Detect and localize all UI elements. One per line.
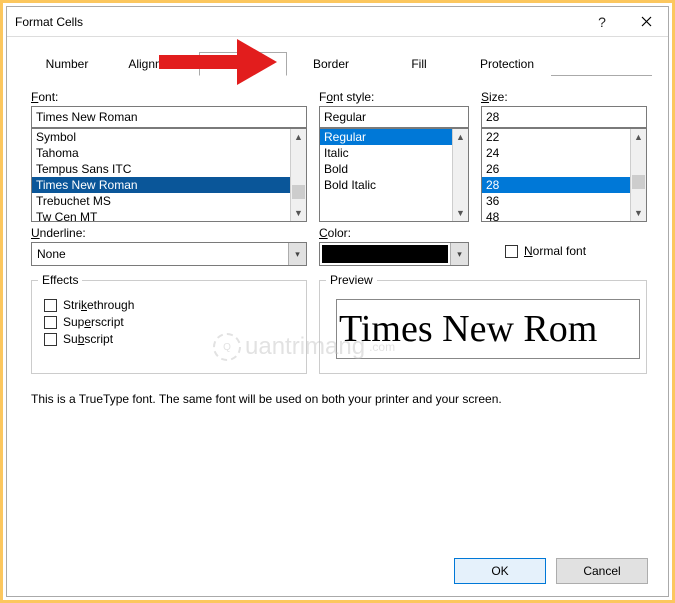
font-option[interactable]: Symbol bbox=[32, 129, 306, 145]
effects-label: Effects bbox=[38, 273, 82, 287]
underline-label: Underline: bbox=[31, 226, 307, 240]
tab-fill[interactable]: Fill bbox=[375, 52, 463, 76]
normal-font-checkbox[interactable]: Normal font bbox=[505, 244, 586, 258]
fontstyle-listbox[interactable]: Regular Italic Bold Bold Italic ▲ ▼ bbox=[319, 128, 469, 222]
checkbox-icon bbox=[44, 316, 57, 329]
scroll-down-icon[interactable]: ▼ bbox=[631, 205, 646, 221]
scroll-up-icon[interactable]: ▲ bbox=[453, 129, 468, 145]
effects-groupbox: Effects Strikethrough Superscript Subscr… bbox=[31, 280, 307, 374]
font-option[interactable]: Tw Cen MT bbox=[32, 209, 306, 222]
font-scrollbar[interactable]: ▲ ▼ bbox=[290, 129, 306, 221]
font-column: Font: Symbol Tahoma Tempus Sans ITC Time… bbox=[31, 90, 307, 222]
font-listbox[interactable]: Symbol Tahoma Tempus Sans ITC Times New … bbox=[31, 128, 307, 222]
checkbox-icon bbox=[505, 245, 518, 258]
subscript-checkbox[interactable]: Subscript bbox=[44, 332, 294, 346]
superscript-checkbox[interactable]: Superscript bbox=[44, 315, 294, 329]
ok-button[interactable]: OK bbox=[454, 558, 546, 584]
tab-border[interactable]: Border bbox=[287, 52, 375, 76]
size-option[interactable]: 26 bbox=[482, 161, 646, 177]
cancel-button[interactable]: Cancel bbox=[556, 558, 648, 584]
underline-value: None bbox=[32, 243, 288, 265]
format-cells-dialog: Format Cells ? Number Alignment Font Bor… bbox=[6, 6, 669, 597]
font-option[interactable]: Tempus Sans ITC bbox=[32, 161, 306, 177]
tab-content: Font: Symbol Tahoma Tempus Sans ITC Time… bbox=[7, 76, 668, 546]
titlebar: Format Cells ? bbox=[7, 7, 668, 37]
font-option[interactable]: Trebuchet MS bbox=[32, 193, 306, 209]
font-label: Font: bbox=[31, 90, 307, 104]
preview-sample: Times New Rom bbox=[336, 299, 640, 359]
fontstyle-option-selected[interactable]: Regular bbox=[320, 129, 468, 145]
checkbox-icon bbox=[44, 299, 57, 312]
font-option-selected[interactable]: Times New Roman bbox=[32, 177, 306, 193]
close-button[interactable] bbox=[624, 7, 668, 37]
normal-font-label: Normal font bbox=[524, 244, 586, 258]
font-input[interactable] bbox=[31, 106, 307, 128]
size-option[interactable]: 22 bbox=[482, 129, 646, 145]
strikethrough-checkbox[interactable]: Strikethrough bbox=[44, 298, 294, 312]
size-column: Size: 22 24 26 28 36 48 ▲ ▼ bbox=[481, 90, 647, 222]
tab-font[interactable]: Font bbox=[199, 52, 287, 76]
fontstyle-column: Font style: Regular Italic Bold Bold Ita… bbox=[319, 90, 469, 222]
scroll-down-icon[interactable]: ▼ bbox=[291, 205, 306, 221]
fontstyle-option[interactable]: Bold bbox=[320, 161, 468, 177]
chevron-down-icon[interactable]: ▾ bbox=[288, 243, 306, 265]
size-option-selected[interactable]: 28 bbox=[482, 177, 646, 193]
tab-protection[interactable]: Protection bbox=[463, 52, 551, 76]
superscript-label: Superscript bbox=[63, 315, 124, 329]
fontstyle-option[interactable]: Bold Italic bbox=[320, 177, 468, 193]
subscript-label: Subscript bbox=[63, 332, 113, 346]
size-option[interactable]: 48 bbox=[482, 209, 646, 222]
fontstyle-input[interactable] bbox=[319, 106, 469, 128]
fontstyle-label: Font style: bbox=[319, 90, 469, 104]
tab-number[interactable]: Number bbox=[23, 52, 111, 76]
fontstyle-option[interactable]: Italic bbox=[320, 145, 468, 161]
scroll-up-icon[interactable]: ▲ bbox=[291, 129, 306, 145]
chevron-down-icon[interactable]: ▾ bbox=[450, 243, 468, 265]
strikethrough-label: Strikethrough bbox=[63, 298, 134, 312]
checkbox-icon bbox=[44, 333, 57, 346]
scroll-down-icon[interactable]: ▼ bbox=[453, 205, 468, 221]
font-option[interactable]: Tahoma bbox=[32, 145, 306, 161]
preview-label: Preview bbox=[326, 273, 377, 287]
size-option[interactable]: 36 bbox=[482, 193, 646, 209]
underline-dropdown[interactable]: None ▾ bbox=[31, 242, 307, 266]
size-listbox[interactable]: 22 24 26 28 36 48 ▲ ▼ bbox=[481, 128, 647, 222]
scroll-thumb[interactable] bbox=[632, 175, 645, 189]
help-button[interactable]: ? bbox=[580, 7, 624, 37]
color-swatch bbox=[320, 243, 450, 265]
color-group: Color: ▾ bbox=[319, 226, 469, 266]
tab-strip: Number Alignment Font Border Fill Protec… bbox=[7, 37, 668, 75]
fontstyle-scrollbar[interactable]: ▲ ▼ bbox=[452, 129, 468, 221]
dialog-title: Format Cells bbox=[15, 15, 580, 29]
font-footnote: This is a TrueType font. The same font w… bbox=[31, 392, 644, 406]
size-label: Size: bbox=[481, 90, 647, 104]
scroll-thumb[interactable] bbox=[292, 185, 305, 199]
tab-alignment[interactable]: Alignment bbox=[111, 52, 199, 76]
size-scrollbar[interactable]: ▲ ▼ bbox=[630, 129, 646, 221]
preview-groupbox: Preview Times New Rom bbox=[319, 280, 647, 374]
color-label: Color: bbox=[319, 226, 469, 240]
close-icon bbox=[641, 16, 652, 27]
size-option[interactable]: 24 bbox=[482, 145, 646, 161]
color-dropdown[interactable]: ▾ bbox=[319, 242, 469, 266]
underline-group: Underline: None ▾ bbox=[31, 226, 307, 266]
size-input[interactable] bbox=[481, 106, 647, 128]
scroll-up-icon[interactable]: ▲ bbox=[631, 129, 646, 145]
button-bar: OK Cancel bbox=[7, 546, 668, 596]
